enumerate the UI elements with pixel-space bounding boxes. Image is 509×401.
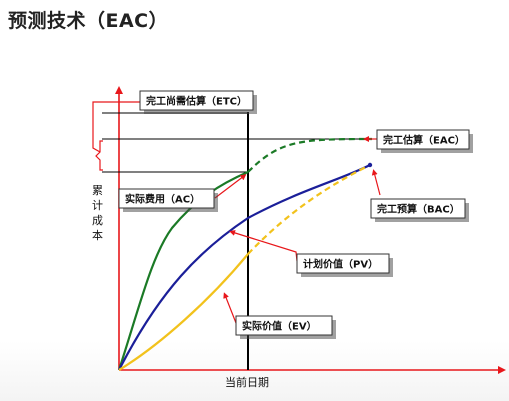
ev-callout: 实际价值（EV）: [235, 315, 336, 339]
ev-curve: [118, 253, 249, 371]
etc-bracket: [95, 140, 103, 171]
pv-label: 计划价值（PV）: [303, 258, 378, 271]
ev-label: 实际价值（EV）: [242, 320, 317, 333]
ac-callout: 实际费用（AC）: [118, 188, 218, 212]
x-axis-label: 当前日期: [225, 375, 269, 389]
ac-forecast-curve: [247, 137, 373, 173]
y-axis-char-1: 累: [92, 184, 103, 197]
bac-point: [367, 162, 373, 168]
eac-callout: 完工估算（EAC）: [376, 129, 473, 153]
y-axis-char-3: 成: [92, 214, 103, 227]
y-axis-label: 累 计 成 本: [92, 184, 103, 242]
bac-callout: 完工预算（BAC）: [370, 198, 469, 222]
pv-callout: 计划价值（PV）: [296, 253, 393, 277]
bac-arrow: [371, 169, 381, 196]
eac-diagram: 完工尚需估算（ETC） 完工估算（EAC） 实际费用（AC） 完工预算（BAC）…: [92, 86, 506, 389]
eac-label: 完工估算（EAC）: [383, 134, 465, 147]
ac-label: 实际费用（AC）: [125, 193, 200, 206]
bac-label: 完工预算（BAC）: [377, 203, 460, 216]
y-axis-char-4: 本: [92, 228, 103, 242]
etc-label: 完工尚需估算（ETC）: [146, 95, 247, 108]
etc-callout: 完工尚需估算（ETC）: [139, 90, 257, 114]
y-axis-char-2: 计: [92, 199, 103, 212]
ev-arrow: [223, 292, 237, 324]
slide: 预测技术（EAC） 完工尚需估算（ETC） 完工估算（EAC） 实际费用（AC）…: [0, 0, 509, 401]
